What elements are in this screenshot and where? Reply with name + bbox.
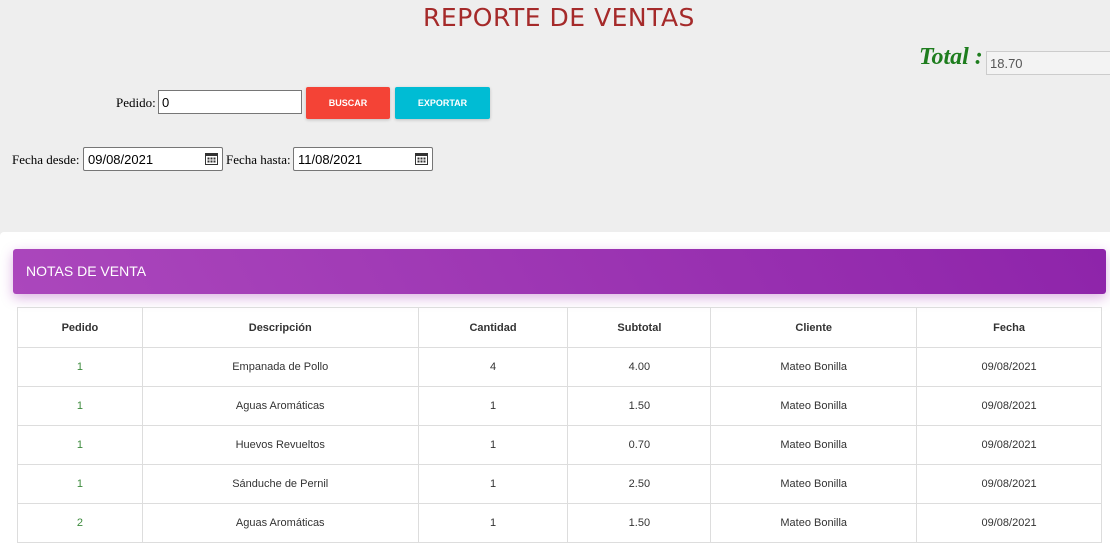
cell-cliente: Mateo Bonilla xyxy=(710,425,918,465)
sales-table: Pedido Descripción Cantidad Subtotal Cli… xyxy=(17,307,1102,543)
fecha-hasta-label: Fecha hasta: xyxy=(226,152,291,167)
page: REPORTE DE VENTAS Total : Pedido: BUSCAR… xyxy=(0,0,1110,546)
fecha-hasta-input[interactable]: 11/08/2021 xyxy=(293,147,433,171)
table-header-row: Pedido Descripción Cantidad Subtotal Cli… xyxy=(17,307,1102,348)
cell-subtotal: 1.50 xyxy=(567,503,712,543)
page-title: REPORTE DE VENTAS xyxy=(423,3,695,32)
cell-cliente: Mateo Bonilla xyxy=(710,347,918,387)
cell-cliente: Mateo Bonilla xyxy=(710,503,918,543)
cell-fecha: 09/08/2021 xyxy=(916,386,1102,426)
exportar-button[interactable]: EXPORTAR xyxy=(395,87,490,119)
table-row[interactable]: 1 Huevos Revueltos 1 0.70 Mateo Bonilla … xyxy=(17,425,1102,465)
cell-descripcion: Aguas Aromáticas xyxy=(141,503,419,543)
cell-pedido: 1 xyxy=(17,347,143,387)
table-row[interactable]: 1 Aguas Aromáticas 1 1.50 Mateo Bonilla … xyxy=(17,386,1102,426)
cell-cantidad: 1 xyxy=(417,386,569,426)
cell-cantidad: 1 xyxy=(417,464,569,504)
cell-fecha: 09/08/2021 xyxy=(916,425,1102,465)
table-row[interactable]: 2 Aguas Aromáticas 1 1.50 Mateo Bonilla … xyxy=(17,503,1102,543)
column-header-cantidad[interactable]: Cantidad xyxy=(417,307,569,348)
cell-descripcion: Huevos Revueltos xyxy=(141,425,419,465)
column-header-cliente[interactable]: Cliente xyxy=(710,307,918,348)
cell-subtotal: 0.70 xyxy=(567,425,712,465)
column-header-fecha[interactable]: Fecha xyxy=(916,307,1102,348)
fecha-desde-input[interactable]: 09/08/2021 xyxy=(83,147,223,171)
cell-cantidad: 4 xyxy=(417,347,569,387)
calendar-icon[interactable] xyxy=(205,152,218,165)
cell-subtotal: 1.50 xyxy=(567,386,712,426)
fecha-desde-value: 09/08/2021 xyxy=(88,152,154,167)
column-header-subtotal[interactable]: Subtotal xyxy=(567,307,712,348)
cell-cantidad: 1 xyxy=(417,425,569,465)
card-header: NOTAS DE VENTA xyxy=(13,249,1106,294)
cell-fecha: 09/08/2021 xyxy=(916,503,1102,543)
pedido-input[interactable] xyxy=(158,90,302,114)
cell-pedido: 1 xyxy=(17,386,143,426)
pedido-label: Pedido: xyxy=(116,95,156,110)
cell-fecha: 09/08/2021 xyxy=(916,464,1102,504)
cell-descripcion: Sánduche de Pernil xyxy=(141,464,419,504)
fecha-desde-label: Fecha desde: xyxy=(12,152,80,167)
cell-fecha: 09/08/2021 xyxy=(916,347,1102,387)
cell-cliente: Mateo Bonilla xyxy=(710,386,918,426)
table-row[interactable]: 1 Sánduche de Pernil 1 2.50 Mateo Bonill… xyxy=(17,464,1102,504)
total-label: Total : xyxy=(919,44,983,70)
total-field[interactable] xyxy=(986,51,1110,75)
cell-cantidad: 1 xyxy=(417,503,569,543)
cell-subtotal: 2.50 xyxy=(567,464,712,504)
cell-pedido: 1 xyxy=(17,425,143,465)
cell-pedido: 1 xyxy=(17,464,143,504)
buscar-button[interactable]: BUSCAR xyxy=(306,87,390,119)
column-header-pedido[interactable]: Pedido xyxy=(17,307,143,348)
cell-cliente: Mateo Bonilla xyxy=(710,464,918,504)
cell-descripcion: Aguas Aromáticas xyxy=(141,386,419,426)
fecha-hasta-value: 11/08/2021 xyxy=(298,152,363,167)
column-header-descripcion[interactable]: Descripción xyxy=(141,307,419,348)
table-row[interactable]: 1 Empanada de Pollo 4 4.00 Mateo Bonilla… xyxy=(17,347,1102,387)
cell-pedido: 2 xyxy=(17,503,143,543)
cell-subtotal: 4.00 xyxy=(567,347,712,387)
cell-descripcion: Empanada de Pollo xyxy=(141,347,419,387)
calendar-icon[interactable] xyxy=(415,152,428,165)
